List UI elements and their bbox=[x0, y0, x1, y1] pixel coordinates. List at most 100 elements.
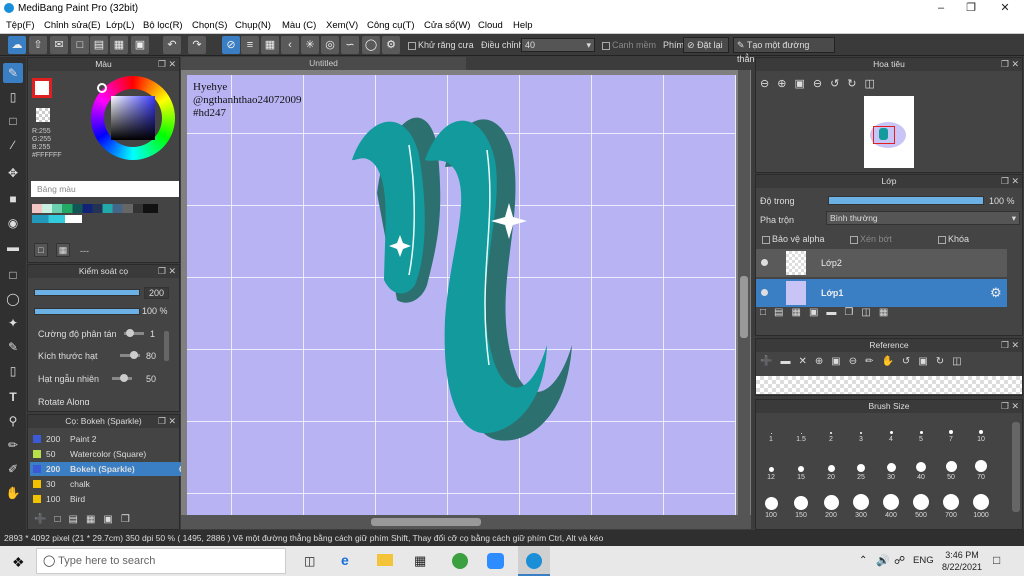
menu-snap[interactable]: Chụp(N) bbox=[235, 20, 271, 31]
particle-size-handle[interactable] bbox=[130, 351, 138, 359]
hue-handle[interactable] bbox=[97, 83, 107, 93]
brush-size-value[interactable]: 200 bbox=[144, 287, 170, 299]
document-icon[interactable]: ▤ bbox=[90, 36, 108, 54]
close-icon[interactable]: ❐ ✕ bbox=[1001, 58, 1019, 71]
add-brush-icon[interactable]: ➕ bbox=[34, 514, 54, 525]
brush-size-option[interactable]: 200 bbox=[818, 492, 844, 519]
antialias-checkbox[interactable]: Khử răng cưa bbox=[408, 40, 474, 50]
share-icon[interactable]: ⇧ bbox=[29, 36, 47, 54]
brush-opacity-slider[interactable] bbox=[34, 308, 140, 315]
clip-check-icon[interactable] bbox=[850, 235, 858, 244]
magic-wand-tool-icon[interactable]: ✦ bbox=[3, 313, 23, 333]
brush-size-option[interactable]: 50 bbox=[938, 454, 964, 481]
chevron-up-icon[interactable]: ⌃ bbox=[859, 555, 867, 566]
brush-opacity-value[interactable]: 100 % bbox=[142, 306, 168, 316]
app-green-icon[interactable] bbox=[452, 553, 468, 569]
line-tool-icon[interactable]: ∕ bbox=[3, 135, 23, 155]
brush-item[interactable]: 100 Bird bbox=[30, 492, 190, 506]
merge-layer-icon[interactable]: ◫ bbox=[861, 307, 878, 318]
cross-snap-icon[interactable]: ▦ bbox=[261, 36, 279, 54]
layer-menu-icon[interactable]: ▣ bbox=[809, 307, 826, 318]
medibang-task-button[interactable] bbox=[518, 546, 550, 576]
layer-opacity-slider[interactable] bbox=[828, 196, 984, 205]
new-brush-icon[interactable]: □ bbox=[54, 514, 68, 525]
layer-actions[interactable]: □▤▦▣▬❐◫▦ bbox=[760, 307, 960, 323]
zoom-in-icon[interactable]: ⊕ bbox=[815, 356, 831, 367]
move-tool-icon[interactable]: ✥ bbox=[3, 163, 23, 183]
edge-check-icon[interactable] bbox=[602, 41, 610, 50]
clock[interactable]: 3:46 PM 8/22/2021 bbox=[940, 549, 984, 573]
horizontal-scroll-thumb[interactable] bbox=[371, 518, 481, 526]
reference-canvas[interactable] bbox=[756, 376, 1022, 394]
task-view-icon[interactable]: ◫ bbox=[304, 554, 315, 568]
rotate-left-icon[interactable]: ↺ bbox=[830, 78, 847, 90]
brush-size-option[interactable]: 7 bbox=[938, 416, 964, 443]
gradient-tool-icon[interactable]: ▬ bbox=[3, 237, 23, 257]
brush-item[interactable]: 30 chalk bbox=[30, 477, 190, 491]
close-icon[interactable]: ❐ ✕ bbox=[1001, 339, 1019, 352]
vertical-scroll-thumb[interactable] bbox=[740, 276, 748, 338]
menu-file[interactable]: Tệp(F) bbox=[6, 20, 35, 31]
flip-icon[interactable]: ◫ bbox=[952, 356, 969, 367]
antialias-check-icon[interactable] bbox=[408, 41, 416, 50]
brush-size-option[interactable]: 500 bbox=[908, 492, 934, 519]
reset-button[interactable]: ⊘ Đặt lại bbox=[683, 37, 729, 53]
zoom-in-icon[interactable]: ⊕ bbox=[777, 78, 794, 90]
brush-size-option[interactable]: 2 bbox=[818, 416, 844, 443]
menu-filter[interactable]: Bộ lọc(R) bbox=[143, 20, 183, 31]
correction-select[interactable]: 40 ▾ bbox=[521, 38, 595, 52]
lock-check-icon[interactable] bbox=[938, 235, 946, 244]
snap-off-icon[interactable]: ⊘ bbox=[222, 36, 240, 54]
windows-start-icon[interactable]: ❖ bbox=[12, 554, 25, 571]
brush-size-option[interactable]: 400 bbox=[878, 492, 904, 519]
menu-edit[interactable]: Chỉnh sửa(E) bbox=[44, 20, 101, 31]
select-tool-icon[interactable]: □ bbox=[3, 265, 23, 285]
select-eraser-tool-icon[interactable]: ▯ bbox=[3, 361, 23, 381]
canvas-paper[interactable]: Hyehye @ngthanhthao24072009 #hd247 bbox=[187, 75, 736, 515]
volume-icon[interactable]: 🔊 bbox=[876, 554, 890, 567]
select-pen-tool-icon[interactable]: ✎ bbox=[3, 337, 23, 357]
add-reference-icon[interactable]: ➕ bbox=[760, 356, 780, 367]
canvas-vertical-scrollbar[interactable] bbox=[738, 70, 750, 515]
hand-tool-icon[interactable]: ✋ bbox=[3, 483, 23, 503]
eye-icon[interactable] bbox=[761, 289, 768, 296]
saturation-square[interactable] bbox=[111, 96, 155, 140]
eye-icon[interactable] bbox=[761, 259, 768, 266]
bucket-tool-icon[interactable]: ◉ bbox=[3, 213, 23, 233]
pen-tool-icon[interactable]: ✐ bbox=[3, 459, 23, 479]
file-explorer-icon[interactable] bbox=[377, 554, 393, 566]
close-icon[interactable]: ❐ ✕ bbox=[1001, 400, 1019, 413]
lock-checkbox[interactable]: Khóa bbox=[938, 234, 969, 244]
brush-size-option[interactable]: 10 bbox=[968, 416, 994, 443]
close-icon[interactable]: ❐ ✕ bbox=[1001, 175, 1019, 188]
save-icon[interactable]: ▣ bbox=[131, 36, 149, 54]
circle-snap-icon[interactable]: ◎ bbox=[321, 36, 339, 54]
palette-swatches[interactable] bbox=[32, 204, 158, 213]
folder-icon[interactable]: ▣ bbox=[103, 514, 120, 525]
store-icon[interactable]: ▦ bbox=[414, 553, 426, 569]
random-particle-handle[interactable] bbox=[120, 374, 128, 382]
zoom-out-icon[interactable]: ⊖ bbox=[849, 356, 865, 367]
vanishing-snap-icon[interactable]: ‹ bbox=[281, 36, 299, 54]
brush-size-option[interactable]: 3 bbox=[848, 416, 874, 443]
brush-control-scrollbar[interactable] bbox=[164, 331, 169, 361]
brush-size-option[interactable]: 70 bbox=[968, 454, 994, 481]
close-icon[interactable]: ❐ ✕ bbox=[158, 415, 176, 428]
open-folder-icon[interactable]: ▬ bbox=[780, 356, 798, 367]
folder-icon[interactable]: ▬ bbox=[826, 307, 844, 318]
new-file-icon[interactable]: □ bbox=[71, 36, 89, 54]
clip-checkbox[interactable]: Xén bớt bbox=[850, 234, 892, 244]
minimize-button[interactable]: – bbox=[926, 1, 956, 16]
close-button[interactable]: ✕ bbox=[990, 1, 1020, 16]
brush-size-option[interactable]: 1.5 bbox=[788, 416, 814, 443]
brush-tool-icon[interactable]: ✎ bbox=[3, 63, 23, 83]
edge-browser-icon[interactable]: e bbox=[341, 552, 349, 568]
protect-alpha-check-icon[interactable] bbox=[762, 235, 770, 244]
menu-select[interactable]: Chọn(S) bbox=[192, 20, 227, 31]
rotate-right-icon[interactable]: ↻ bbox=[847, 78, 864, 90]
rotate-left-icon[interactable]: ↺ bbox=[902, 356, 918, 367]
settings-icon[interactable]: ⚙ bbox=[382, 36, 400, 54]
redo-icon[interactable]: ↷ bbox=[188, 36, 206, 54]
brush-item[interactable]: 50 Watercolor (Square) bbox=[30, 447, 190, 461]
brush-size-option[interactable]: 700 bbox=[938, 492, 964, 519]
